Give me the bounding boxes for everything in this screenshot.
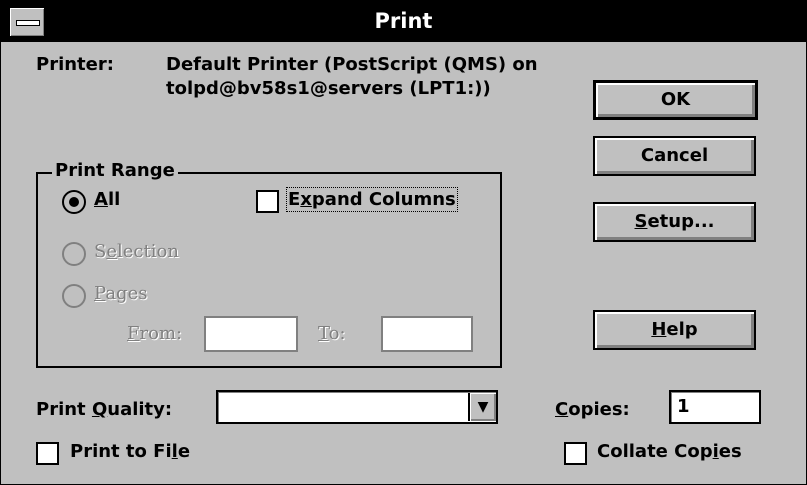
printer-name-line2: tolpd@bv58s1@servers (LPT1:)) (166, 78, 491, 99)
print-to-file-checkbox[interactable] (36, 442, 59, 465)
print-quality-select[interactable] (216, 390, 498, 424)
printer-name-line1: Default Printer (PostScript (QMS) on (166, 54, 538, 75)
printer-label: Printer: (36, 54, 114, 75)
collate-copies-label[interactable]: Collate Copies (597, 441, 742, 462)
radio-selection-label[interactable]: Selection (94, 241, 179, 262)
copies-input[interactable]: 1 (669, 390, 761, 424)
help-button[interactable]: Help (593, 310, 756, 350)
radio-all-label[interactable]: All (94, 189, 120, 210)
expand-columns-label[interactable]: Expand Columns (286, 187, 458, 212)
to-input[interactable] (381, 316, 473, 352)
radio-pages-label[interactable]: Pages (94, 283, 147, 304)
to-label: To: (318, 323, 346, 344)
expand-columns-checkbox[interactable] (256, 190, 279, 213)
copies-label: Copies: (555, 399, 630, 420)
print-range-title: Print Range (52, 160, 178, 181)
radio-selection[interactable] (62, 242, 86, 266)
ok-button[interactable]: OK (593, 80, 758, 120)
radio-pages[interactable] (62, 284, 86, 308)
collate-copies-checkbox[interactable] (564, 442, 587, 465)
from-label: From: (127, 323, 183, 344)
system-menu-icon[interactable] (9, 7, 45, 37)
setup-button[interactable]: Setup... (593, 202, 756, 242)
from-input[interactable] (204, 316, 298, 352)
title-bar[interactable]: Print (1, 1, 806, 42)
radio-all[interactable] (62, 190, 86, 214)
print-quality-label: Print Quality: (36, 399, 173, 420)
cancel-button[interactable]: Cancel (593, 136, 756, 176)
down-arrow-icon[interactable]: ▼ (468, 393, 496, 421)
print-to-file-label[interactable]: Print to File (70, 441, 190, 462)
dialog-title: Print (374, 9, 433, 33)
